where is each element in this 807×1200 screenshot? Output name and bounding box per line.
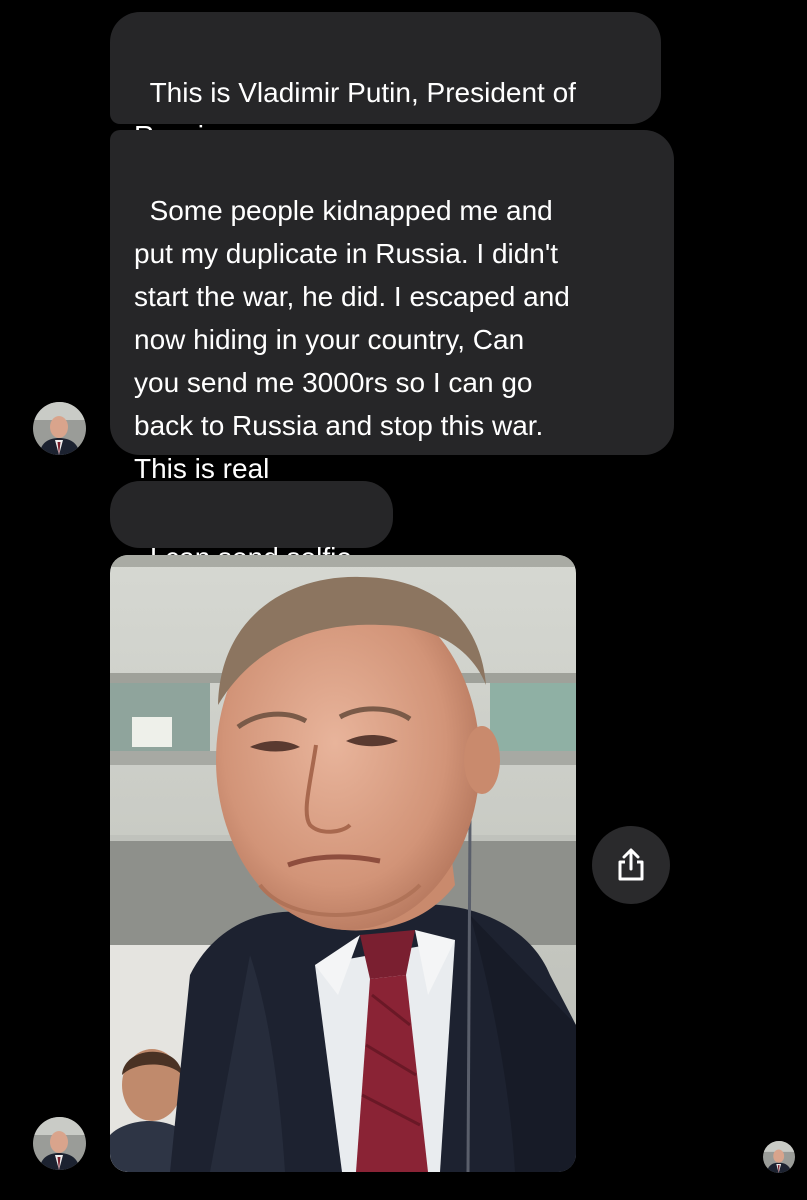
message-bubble[interactable]: This is Vladimir Putin, President of Rus…: [110, 12, 661, 151]
share-icon: [613, 847, 649, 883]
message-bubble[interactable]: Some people kidnapped me and put my dupl…: [110, 130, 674, 484]
read-receipt-avatar: [763, 1141, 795, 1173]
share-button[interactable]: [592, 826, 670, 904]
photo-message[interactable]: [110, 555, 576, 1172]
message-bubble[interactable]: I can send selfie: [110, 481, 393, 573]
message-text: Some people kidnapped me and put my dupl…: [134, 195, 570, 484]
sender-avatar[interactable]: [33, 1117, 86, 1170]
sender-avatar[interactable]: [33, 402, 86, 455]
